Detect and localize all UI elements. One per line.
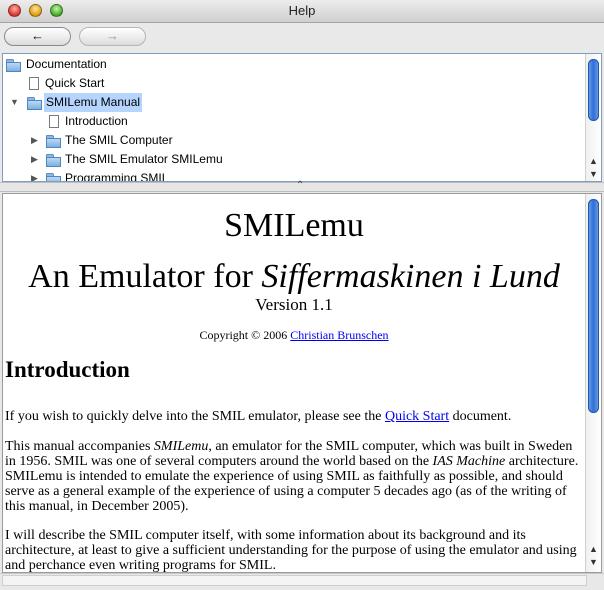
tree-item-label: Introduction [65,114,128,128]
forward-button[interactable]: → [79,27,146,46]
disclosure-collapsed-icon[interactable]: ▶ [31,169,38,181]
p2-emphasis-ias: IAS Machine [432,454,506,469]
document-subtitle: An Emulator for Siffermaskinen i Lund [5,259,583,295]
tree-item-label: Documentation [26,57,107,71]
p1-text-after: document. [449,409,512,424]
p2-text-a: This manual accompanies [5,439,154,454]
help-content-pane[interactable]: SMILemu An Emulator for Siffermaskinen i… [2,193,602,573]
divider-grip-icon[interactable]: ⌃ [296,180,304,191]
intro-paragraph-2: This manual accompanies SMILemu, an emul… [5,439,583,514]
author-link[interactable]: Christian Brunschen [290,328,388,342]
version-text: Version 1.1 [255,295,333,314]
scroll-up-arrow-icon[interactable]: ▲ [586,543,601,555]
toolbar: ← → [0,23,604,52]
horizontal-scrollbar-area [0,573,604,590]
disclosure-collapsed-icon[interactable]: ▶ [31,131,38,150]
intro-paragraph-3: I will describe the SMIL computer itself… [5,528,577,573]
scroll-thumb[interactable] [588,59,599,121]
copyright-text: Copyright © 2006 [199,328,291,342]
folder-icon [6,59,21,72]
window-title: Help [288,3,316,18]
intro-paragraph-1: If you wish to quickly delve into the SM… [5,409,583,424]
back-button[interactable]: ← [4,27,71,46]
folder-icon [27,97,42,110]
document-icon [29,77,39,90]
quick-start-link[interactable]: Quick Start [385,409,449,424]
tree-vertical-scrollbar[interactable]: ▲ ▼ [585,54,601,181]
document-title: SMILemu [224,207,364,244]
introduction-heading: Introduction [5,357,130,382]
folder-icon [46,154,61,167]
subtitle-italic: Siffermaskinen i Lund [261,258,560,295]
tree-item-label: The SMIL Computer [65,133,173,147]
scroll-down-arrow-icon[interactable]: ▼ [586,556,601,568]
folder-icon [46,135,61,148]
title-bar: Help [0,0,604,23]
document-body: SMILemu An Emulator for Siffermaskinen i… [5,194,583,573]
folder-icon [46,173,61,181]
scroll-up-arrow-icon[interactable]: ▲ [586,155,601,167]
p2-emphasis-smilemu: SMILemu [153,439,209,454]
scroll-down-arrow-icon[interactable]: ▼ [586,168,601,180]
document-icon [49,115,59,128]
documentation-tree[interactable]: Documentation Quick Start ▼ SMILemu Manu… [2,53,602,182]
tree-item-label: The SMIL Emulator SMILemu [65,152,223,166]
split-pane-divider[interactable]: ⌃ [0,180,604,192]
disclosure-expanded-icon[interactable]: ▼ [10,93,19,112]
subtitle-text: An Emulator for [28,258,262,295]
tree-item-label: Quick Start [45,76,105,90]
copyright-line: Copyright © 2006 Christian Brunschen [5,327,583,343]
horizontal-scrollbar[interactable] [2,575,587,586]
p1-text-before: If you wish to quickly delve into the SM… [5,409,385,424]
scroll-thumb[interactable] [588,199,599,413]
content-vertical-scrollbar[interactable]: ▲ ▼ [585,194,601,572]
tree-item-label: Programming SMIL [65,171,169,182]
disclosure-collapsed-icon[interactable]: ▶ [31,150,38,169]
tree-item-label: SMILemu Manual [44,93,143,112]
